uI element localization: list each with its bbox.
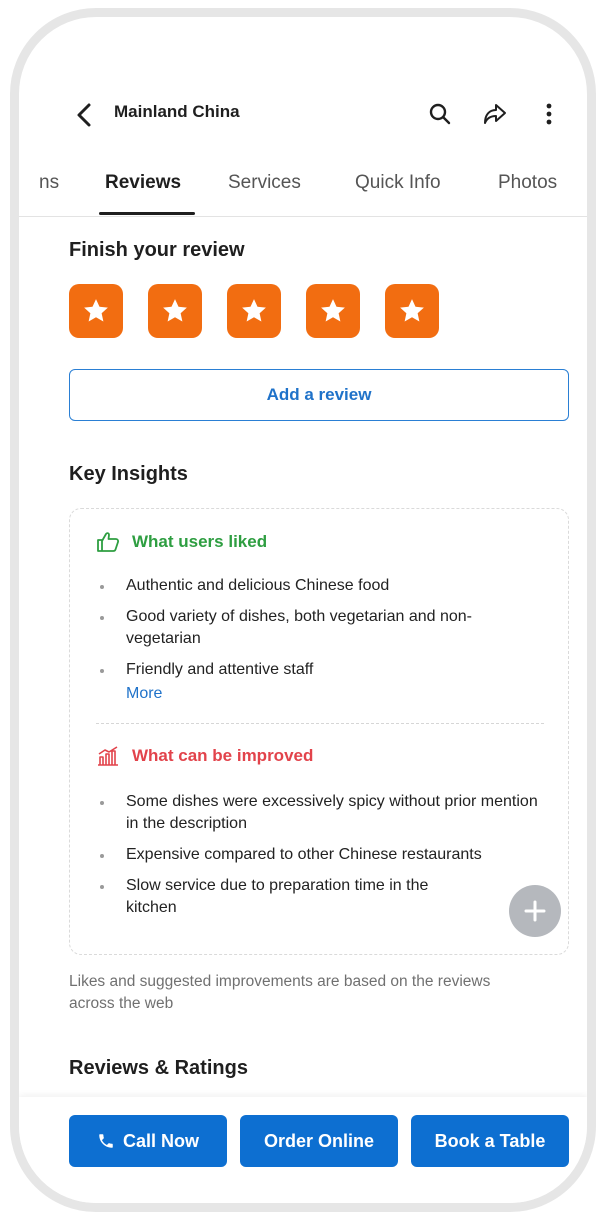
liked-heading-label: What users liked	[132, 532, 268, 551]
divider	[96, 723, 544, 724]
star-icon	[242, 299, 266, 322]
improve-list: Some dishes were excessively spicy witho…	[100, 791, 540, 928]
page-title: Mainland China	[114, 102, 240, 121]
more-link[interactable]: More	[126, 685, 162, 703]
star-icon	[400, 299, 424, 322]
tab-partial[interactable]: ns	[39, 172, 59, 194]
book-table-button[interactable]: Book a Table	[411, 1115, 569, 1167]
back-arrow-icon[interactable]	[73, 101, 97, 129]
key-insights-title: Key Insights	[69, 463, 188, 485]
star-icon	[321, 299, 345, 322]
more-vertical-icon[interactable]	[534, 99, 564, 129]
improve-heading: What can be improved	[96, 745, 313, 767]
add-fab-button[interactable]	[509, 885, 561, 937]
star-2-button[interactable]	[148, 284, 202, 338]
app-header: Mainland China	[19, 95, 587, 135]
star-3-button[interactable]	[227, 284, 281, 338]
improve-heading-label: What can be improved	[132, 746, 314, 765]
app-screen: Mainland China ns Reviews Services Quick…	[19, 17, 587, 1203]
order-online-button[interactable]: Order Online	[240, 1115, 398, 1167]
tab-services[interactable]: Services	[228, 172, 301, 194]
share-icon[interactable]	[480, 99, 510, 129]
thumbs-up-icon	[97, 532, 120, 552]
search-icon[interactable]	[425, 99, 455, 129]
tab-bar: ns Reviews Services Quick Info Photos	[19, 167, 587, 217]
finish-review-title: Finish your review	[69, 239, 245, 261]
star-4-button[interactable]	[306, 284, 360, 338]
list-item: Some dishes were excessively spicy witho…	[100, 791, 540, 835]
list-item: Friendly and attentive staff	[100, 659, 540, 681]
tab-photos[interactable]: Photos	[498, 172, 557, 194]
star-rating	[69, 284, 439, 338]
liked-list: Authentic and delicious Chinese food Goo…	[100, 575, 540, 690]
add-review-button[interactable]: Add a review	[69, 369, 569, 421]
bottom-action-bar: Call Now Order Online Book a Table	[19, 1097, 587, 1203]
phone-icon	[99, 1134, 113, 1148]
call-now-button[interactable]: Call Now	[69, 1115, 227, 1167]
call-now-label: Call Now	[122, 1130, 199, 1151]
star-icon	[84, 299, 108, 322]
reviews-ratings-title: Reviews & Ratings	[69, 1057, 248, 1079]
list-item: Authentic and delicious Chinese food	[100, 575, 540, 597]
list-item: Good variety of dishes, both vegetarian …	[100, 606, 540, 650]
star-icon	[163, 299, 187, 322]
plus-icon	[524, 900, 546, 922]
phone-frame: Mainland China ns Reviews Services Quick…	[10, 8, 596, 1212]
insights-card: What users liked Authentic and delicious…	[69, 508, 569, 955]
tab-reviews[interactable]: Reviews	[105, 172, 181, 194]
list-item: Slow service due to preparation time in …	[100, 875, 430, 919]
insights-disclaimer: Likes and suggested improvements are bas…	[69, 973, 491, 1012]
star-1-button[interactable]	[69, 284, 123, 338]
chart-icon	[98, 746, 118, 766]
liked-heading: What users liked	[96, 531, 267, 553]
active-tab-indicator	[99, 212, 195, 215]
star-5-button[interactable]	[385, 284, 439, 338]
tab-quick-info[interactable]: Quick Info	[355, 172, 441, 194]
list-item: Expensive compared to other Chinese rest…	[100, 844, 540, 866]
